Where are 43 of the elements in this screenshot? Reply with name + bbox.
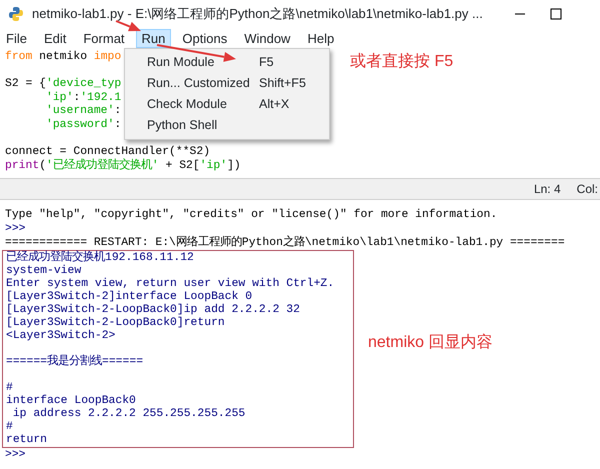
shell-line: [Layer3Switch-2-LoopBack0]ip add 2.2.2.2 32 bbox=[6, 304, 300, 316]
menu-item[interactable]: Run bbox=[136, 28, 172, 48]
menu-entry[interactable]: Check Module Alt+X bbox=[125, 94, 329, 115]
shell-line: system-view bbox=[6, 265, 82, 278]
shell-line: return bbox=[6, 434, 48, 447]
menu-item[interactable]: Window bbox=[238, 28, 296, 48]
python-icon bbox=[8, 6, 24, 22]
shell-line: ============ RESTART: E:\网络工程师的Python之路\netmiko\lab1\netmiko-lab1.py ======== bbox=[5, 236, 565, 250]
shell-prompt: >>> bbox=[5, 448, 26, 462]
shell-line: Type "help", "copyright", "credits" or "license()" for more information. bbox=[5, 208, 498, 222]
menu-item[interactable]: Edit bbox=[38, 28, 72, 48]
menu-item[interactable]: Help bbox=[301, 28, 340, 48]
shell-line: # bbox=[6, 382, 13, 394]
menu-entry[interactable]: Run Module F5 bbox=[125, 52, 329, 73]
arrow bbox=[116, 20, 141, 32]
annotation-text: 或者直接按 F5 bbox=[350, 52, 454, 72]
window-title: netmiko-lab1.py - E:\网络工程师的Python之路\netmiko\lab1\netmiko-lab1.py ... bbox=[32, 5, 483, 24]
column-number: Col: bbox=[576, 181, 598, 198]
shell-line: ======我是分割线====== bbox=[6, 356, 144, 369]
shell-line: <Layer3Switch-2> bbox=[6, 330, 116, 343]
code-line: 'password': bbox=[45, 118, 122, 133]
shell-line: [Layer3Switch-2-LoopBack0]return bbox=[6, 317, 225, 330]
shell-line: Enter system view, return user view with Ctrl+Z. bbox=[6, 278, 334, 290]
menu-item[interactable]: File bbox=[0, 28, 33, 48]
shell-line: [Layer3Switch-2]interface LoopBack 0 bbox=[6, 291, 252, 304]
shell-line: ip address 2.2.2.2 255.255.255.255 bbox=[12, 408, 246, 421]
maximize-icon[interactable] bbox=[550, 8, 562, 20]
shell-line: 已经成功登陆交换机192.168.11.12 bbox=[6, 252, 194, 264]
shell-prompt: >>> bbox=[5, 222, 26, 236]
code-line: connect = ConnectHandler(**S2) bbox=[5, 146, 210, 158]
code-line: print('已经成功登陆交换机' + S2['ip']) bbox=[5, 160, 241, 174]
code-line: 'ip':'192.1 bbox=[45, 92, 122, 104]
shell-line: interface LoopBack0 bbox=[6, 395, 136, 408]
menu-item[interactable]: Format bbox=[77, 28, 131, 48]
code-line: 'username': bbox=[45, 105, 122, 118]
menu-entry[interactable]: Run... Customized Shift+F5 bbox=[125, 73, 329, 94]
menu-entry[interactable]: Python Shell bbox=[125, 115, 329, 136]
menu-item[interactable]: Options bbox=[176, 28, 234, 48]
annotation-text: netmiko 回显内容 bbox=[368, 332, 492, 353]
shell-line: # bbox=[6, 421, 13, 434]
code-line: S2 = {'device_typ bbox=[5, 78, 122, 92]
line-number: Ln: 4 bbox=[534, 181, 561, 198]
code-line: from netmiko impo bbox=[5, 51, 122, 65]
